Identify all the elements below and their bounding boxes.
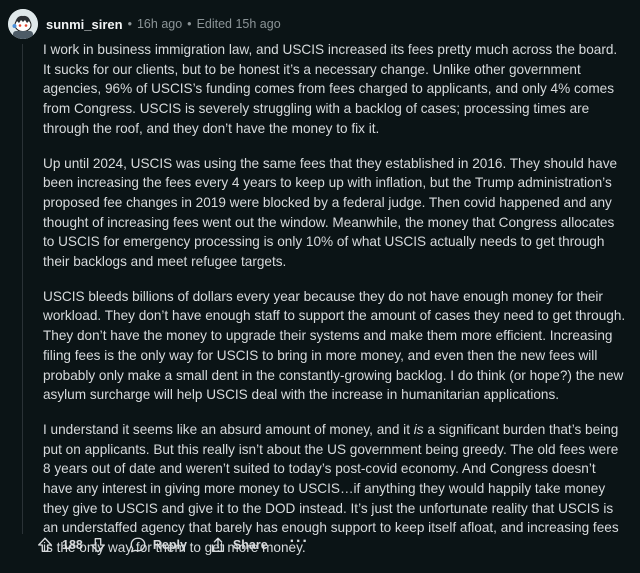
paragraph-text: I understand it seems like an absurd amo…: [43, 421, 414, 437]
more-options-button[interactable]: ···: [290, 533, 309, 551]
reply-button[interactable]: Reply: [129, 536, 187, 554]
meta-separator: •: [127, 17, 132, 31]
reply-label: Reply: [152, 538, 187, 552]
vote-count: 188: [62, 538, 83, 552]
share-icon: [209, 536, 227, 554]
comment: sunmi_siren • 16h ago • Edited 15h ago I…: [0, 0, 640, 557]
edited-timestamp: Edited 15h ago: [196, 17, 281, 31]
timestamp[interactable]: 16h ago: [137, 17, 182, 31]
comment-paragraph: Up until 2024, USCIS was using the same …: [43, 155, 618, 270]
share-label: Share: [232, 538, 268, 552]
thread-line[interactable]: [22, 44, 23, 534]
vote-group: 188: [36, 536, 107, 554]
comment-paragraph: I work in business immigration law, and …: [43, 42, 618, 136]
more-options-icon: ···: [289, 533, 309, 550]
comment-body: I work in business immigration law, and …: [43, 40, 628, 573]
snoo-avatar-icon[interactable]: [8, 9, 38, 39]
share-button[interactable]: Share: [209, 536, 268, 554]
comment-bubble-icon: [129, 536, 147, 554]
meta-separator: •: [187, 17, 192, 31]
downvote-arrow-icon[interactable]: [89, 536, 107, 554]
comment-paragraph: USCIS bleeds billions of dollars every y…: [43, 288, 626, 403]
emphasized-text: is: [413, 421, 424, 437]
upvote-arrow-icon[interactable]: [36, 536, 54, 554]
comment-meta: sunmi_siren • 16h ago • Edited 15h ago: [46, 17, 281, 32]
comment-actions: 188 Reply Share ···: [36, 532, 331, 558]
comment-header: sunmi_siren • 16h ago • Edited 15h ago: [8, 8, 281, 40]
author-name[interactable]: sunmi_siren: [46, 17, 123, 32]
